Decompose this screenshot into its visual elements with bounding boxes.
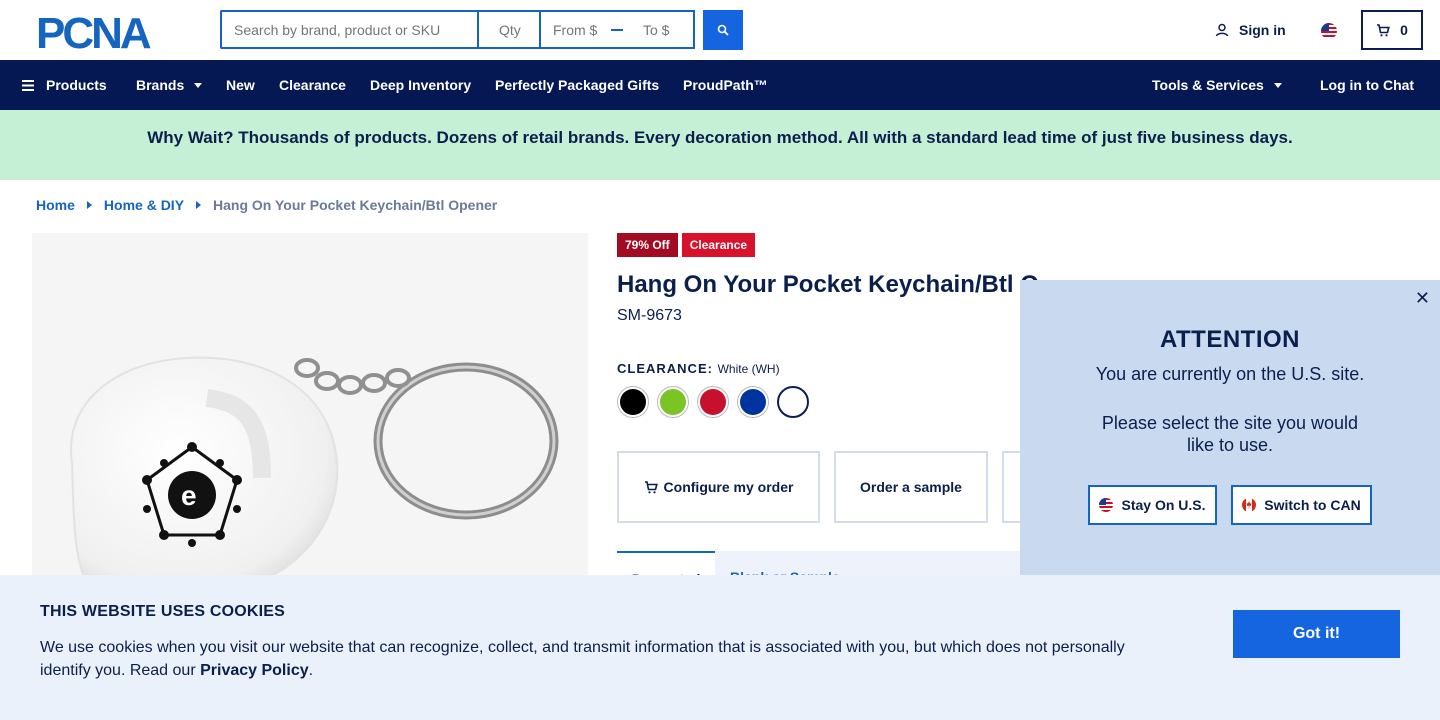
swatch-white[interactable] [777, 386, 809, 418]
product-sku: SM-9673 [617, 307, 682, 324]
privacy-policy-link[interactable]: Privacy Policy [200, 662, 309, 679]
swatch-royal-blue[interactable] [737, 386, 769, 418]
swatch-red[interactable] [697, 386, 729, 418]
search-button[interactable] [703, 10, 743, 50]
nav-chat-label: Log in to Chat [1320, 77, 1415, 93]
nav-brands-label: Brands [136, 77, 185, 93]
color-label-prefix: CLEARANCE: [617, 361, 713, 376]
nav-proudpath-label: ProudPath™ [683, 77, 768, 93]
search-icon [717, 24, 729, 36]
keychain-illustration: e [70, 356, 559, 593]
cart-button[interactable]: 0 [1361, 10, 1423, 50]
color-swatches [617, 386, 809, 418]
attention-title: ATTENTION [1159, 326, 1301, 353]
product-badges: 79% Off Clearance [617, 233, 756, 257]
breadcrumb-category[interactable]: Home & DIY [104, 197, 184, 213]
svg-text:e: e [181, 480, 197, 511]
breadcrumb-separator-icon [196, 201, 202, 209]
swatch-blue-dot [740, 389, 766, 415]
chevron-down-icon [194, 82, 203, 88]
pcna-logo[interactable]: PCNA [36, 12, 184, 52]
cart-icon [644, 480, 658, 493]
order-sample-button[interactable]: Order a sample [834, 451, 988, 523]
clearance-badge: Clearance [681, 233, 756, 257]
switch-to-can-button[interactable]: Switch to CAN [1231, 485, 1372, 525]
swatch-white-dot [780, 389, 806, 415]
site-header: PCNA Sign in 0 [0, 0, 1440, 60]
breadcrumb-separator-icon [86, 201, 92, 209]
nav-new-label: New [226, 77, 255, 93]
nav-new[interactable]: New [226, 60, 255, 110]
nav-proudpath[interactable]: ProudPath™ [683, 60, 768, 110]
sign-in-link[interactable]: Sign in [1215, 22, 1286, 38]
promo-banner: Why Wait? Thousands of products. Dozens … [0, 110, 1440, 180]
nav-log-in-to-chat[interactable]: Log in to Chat [1320, 60, 1414, 110]
search-input[interactable] [220, 10, 479, 49]
got-it-button[interactable]: Got it! [1233, 610, 1400, 658]
discount-badge: 79% Off [617, 233, 678, 257]
cart-icon [1377, 23, 1390, 36]
swatch-lime-dot [660, 389, 686, 415]
breadcrumb: Home Home & DIY Hang On Your Pocket Keyc… [36, 197, 497, 213]
nav-tools-services[interactable]: Tools & Services [1152, 60, 1282, 110]
nav-clearance[interactable]: Clearance [279, 60, 346, 110]
color-value: White (WH) [717, 362, 780, 376]
nav-deep-inventory[interactable]: Deep Inventory [370, 60, 471, 110]
nav-tools-label: Tools & Services [1152, 77, 1264, 93]
nav-brands[interactable]: Brands [136, 60, 203, 110]
main-nav: Products Brands New Clearance Deep Inven… [0, 60, 1440, 110]
product-title: Hang On Your Pocket Keychain/Btl O [617, 271, 1039, 298]
configure-order-label: Configure my order [663, 479, 794, 495]
price-to-input[interactable] [631, 12, 693, 47]
attention-instruction: Please select the site you would like to… [1101, 413, 1359, 455]
attention-current-site: You are currently on the U.S. site. [1095, 364, 1365, 384]
nav-products[interactable]: Products [22, 60, 107, 110]
nav-gifts-label: Perfectly Packaged Gifts [495, 77, 660, 93]
swatch-black-dot [620, 389, 646, 415]
cookie-title: THIS WEBSITE USES COOKIES [40, 603, 286, 620]
nav-products-label: Products [46, 77, 107, 93]
cart-count: 0 [1400, 22, 1408, 38]
order-sample-label: Order a sample [860, 479, 962, 495]
chevron-down-icon [1273, 82, 1282, 88]
swatch-red-dot [700, 389, 726, 415]
breadcrumb-current: Hang On Your Pocket Keychain/Btl Opener [213, 197, 498, 213]
cookie-banner: THIS WEBSITE USES COOKIES We use cookies… [0, 575, 1440, 720]
swatch-black[interactable] [617, 386, 649, 418]
promo-text: Why Wait? Thousands of products. Dozens … [147, 128, 1293, 147]
us-flag-icon [1099, 498, 1114, 512]
color-label: CLEARANCE: White (WH) [617, 361, 780, 376]
menu-icon [22, 79, 34, 91]
cookie-text-end: . [308, 662, 314, 679]
breadcrumb-home[interactable]: Home [36, 197, 75, 213]
configure-order-button[interactable]: Configure my order [617, 451, 820, 523]
price-from-input[interactable] [541, 12, 603, 47]
user-icon [1215, 23, 1229, 37]
price-range [539, 10, 695, 49]
site-selector-dialog: ✕ ATTENTION You are currently on the U.S… [1020, 280, 1440, 576]
stay-on-us-label: Stay On U.S. [1121, 497, 1206, 513]
us-flag-icon[interactable] [1321, 23, 1337, 39]
nav-deep-inventory-label: Deep Inventory [370, 77, 472, 93]
canada-flag-icon [1242, 498, 1257, 512]
close-icon[interactable]: ✕ [1415, 288, 1430, 309]
stay-on-us-button[interactable]: Stay On U.S. [1088, 485, 1217, 525]
product-image[interactable]: e [32, 233, 588, 593]
nav-clearance-label: Clearance [279, 77, 346, 93]
swatch-lime-green[interactable] [657, 386, 689, 418]
price-dash [611, 28, 623, 31]
switch-to-can-label: Switch to CAN [1264, 497, 1361, 513]
svg-text:PCNA: PCNA [36, 12, 151, 52]
nav-perfectly-packaged-gifts[interactable]: Perfectly Packaged Gifts [495, 60, 659, 110]
qty-input[interactable] [477, 10, 541, 49]
sign-in-label: Sign in [1239, 22, 1286, 38]
cookie-text: We use cookies when you visit our websit… [40, 636, 1160, 682]
